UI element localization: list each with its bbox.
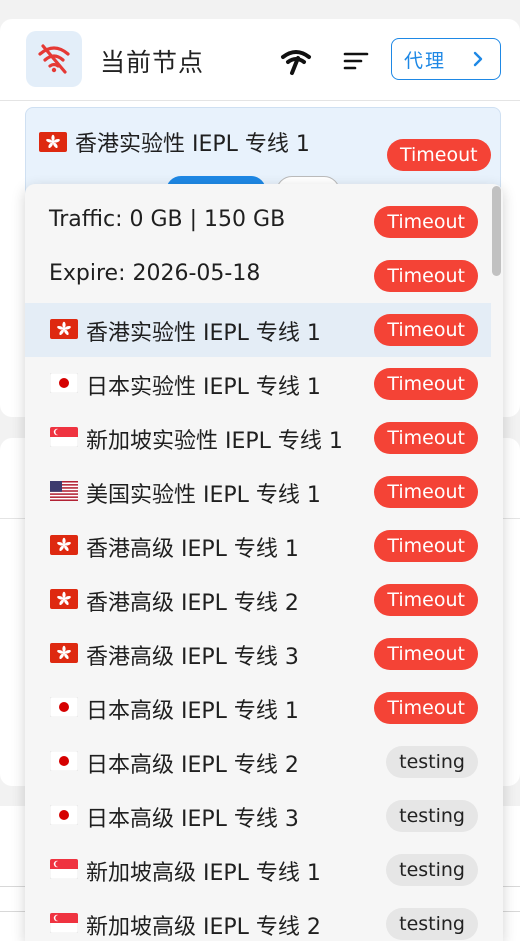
status-badge: Timeout <box>374 638 478 670</box>
flag-icon <box>50 913 78 933</box>
flag-icon <box>50 589 78 609</box>
flag-icon <box>50 535 78 555</box>
flag-icon <box>50 373 78 393</box>
dropdown-item-label: Traffic: 0 GB | 150 GB <box>49 207 286 232</box>
proxy-button-label: 代理 <box>404 49 447 72</box>
dropdown-item[interactable]: 日本高级 IEPL 专线 1 Timeout <box>25 681 491 735</box>
status-badge: Timeout <box>374 368 478 400</box>
dropdown-item-label: 日本高级 IEPL 专线 2 <box>86 753 299 778</box>
flag-icon <box>50 805 78 825</box>
status-badge: testing <box>386 908 478 940</box>
dropdown-item[interactable]: 香港高级 IEPL 专线 2 Timeout <box>25 573 491 627</box>
dropdown-item-label: 香港高级 IEPL 专线 1 <box>86 537 299 562</box>
dropdown-item-label: 香港高级 IEPL 专线 2 <box>86 591 299 616</box>
dropdown-item[interactable]: 日本高级 IEPL 专线 3 testing <box>25 789 491 843</box>
dropdown-item[interactable]: 日本高级 IEPL 专线 2 testing <box>25 735 491 789</box>
status-badge: Timeout <box>387 139 491 171</box>
dropdown-item[interactable]: 新加坡高级 IEPL 专线 1 testing <box>25 843 491 897</box>
dropdown-item[interactable]: Traffic: 0 GB | 150 GB Timeout <box>25 195 491 249</box>
status-badge: Timeout <box>374 530 478 562</box>
dropdown-item-label: 日本高级 IEPL 专线 1 <box>86 699 299 724</box>
scrollbar-thumb[interactable] <box>492 186 501 276</box>
status-badge: Timeout <box>374 692 478 724</box>
flag-icon <box>39 132 67 152</box>
dropdown-item-label: 日本实验性 IEPL 专线 1 <box>86 375 321 400</box>
node-dropdown-menu[interactable]: Traffic: 0 GB | 150 GB Timeout Expire: 202… <box>25 184 503 941</box>
dropdown-item[interactable]: 美国实验性 IEPL 专线 1 Timeout <box>25 465 491 519</box>
proxy-button[interactable]: 代理 <box>391 38 501 80</box>
current-node-name: 香港实验性 IEPL 专线 1 <box>75 132 310 157</box>
flag-icon <box>50 697 78 717</box>
dropdown-item-label: 香港实验性 IEPL 专线 1 <box>86 321 321 346</box>
dropdown-item-label: 新加坡实验性 IEPL 专线 1 <box>86 429 343 454</box>
flag-icon <box>50 319 78 339</box>
dropdown-item-label: Expire: 2026-05-18 <box>49 261 261 286</box>
status-badge: Timeout <box>374 476 478 508</box>
scrollbar[interactable] <box>491 184 501 941</box>
flag-icon <box>50 427 78 447</box>
status-badge: Timeout <box>374 422 478 454</box>
dropdown-item-label: 日本高级 IEPL 专线 3 <box>86 807 299 832</box>
status-badge: Timeout <box>374 206 478 238</box>
status-badge: testing <box>386 854 478 886</box>
dropdown-item-label: 新加坡高级 IEPL 专线 2 <box>86 915 321 940</box>
status-badge: testing <box>386 800 478 832</box>
chevron-right-icon <box>470 50 486 68</box>
status-badge: testing <box>386 746 478 778</box>
status-badge: Timeout <box>374 314 478 346</box>
dropdown-item[interactable]: 新加坡高级 IEPL 专线 2 testing <box>25 897 491 941</box>
dropdown-item[interactable]: 香港高级 IEPL 专线 1 Timeout <box>25 519 491 573</box>
flag-icon <box>50 859 78 879</box>
dropdown-item[interactable]: 香港实验性 IEPL 专线 1 Timeout <box>25 303 491 357</box>
card-header: 当前节点 代理 <box>0 19 520 101</box>
flag-icon <box>50 751 78 771</box>
sort-icon[interactable] <box>342 47 370 75</box>
status-badge: Timeout <box>374 260 478 292</box>
status-badge: Timeout <box>374 584 478 616</box>
flag-icon <box>50 481 78 501</box>
dropdown-item[interactable]: 日本实验性 IEPL 专线 1 Timeout <box>25 357 491 411</box>
wifi-off-icon <box>26 31 82 87</box>
flag-icon <box>50 643 78 663</box>
dropdown-item-label: 新加坡高级 IEPL 专线 1 <box>86 861 321 886</box>
dropdown-item[interactable]: Expire: 2026-05-18 Timeout <box>25 249 491 303</box>
speed-test-icon[interactable] <box>279 43 313 77</box>
page-title: 当前节点 <box>100 48 205 77</box>
header-divider <box>0 100 520 101</box>
dropdown-item[interactable]: 新加坡实验性 IEPL 专线 1 Timeout <box>25 411 491 465</box>
dropdown-item[interactable]: 香港高级 IEPL 专线 3 Timeout <box>25 627 491 681</box>
dropdown-item-label: 香港高级 IEPL 专线 3 <box>86 645 299 670</box>
dropdown-item-label: 美国实验性 IEPL 专线 1 <box>86 483 321 508</box>
